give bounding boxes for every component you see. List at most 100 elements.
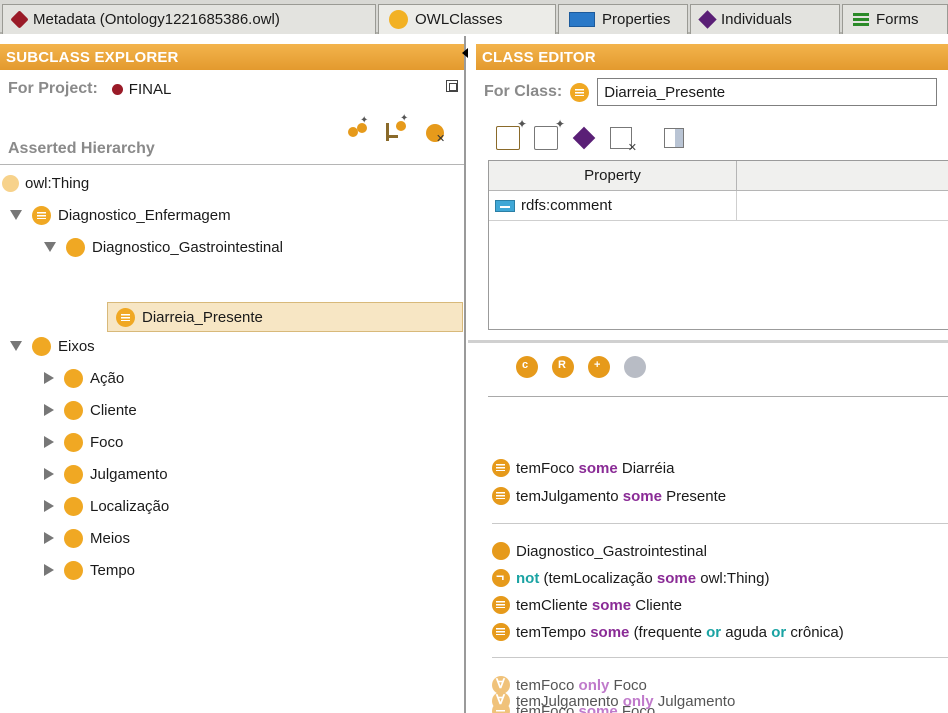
condition-row[interactable]: Diagnostico_Gastrointestinal	[492, 538, 707, 564]
condition-filler: Presente	[666, 487, 727, 505]
project-row: For Project: FINAL	[8, 80, 171, 98]
restriction-icon	[492, 623, 510, 641]
tab-owl-classes[interactable]: OWLClasses	[378, 4, 556, 34]
tree-item-label: Diagnostico_Gastrointestinal	[92, 238, 283, 256]
create-sibling-icon[interactable]: ✦	[386, 113, 408, 143]
class-editor-title: CLASS EDITOR	[482, 48, 596, 66]
tab-individuals[interactable]: Individuals	[690, 4, 840, 34]
tree-item-diagnostico-gastrointestinal[interactable]: Diagnostico_Gastrointestinal	[44, 232, 283, 262]
tab-metadata[interactable]: Metadata (Ontology1221685386.owl)	[2, 4, 376, 34]
expand-right-icon[interactable]	[44, 436, 54, 448]
tree-item-julgamento[interactable]: Julgamento	[44, 459, 168, 489]
forms-icon	[853, 12, 869, 27]
maximize-icon[interactable]	[446, 80, 458, 92]
add-restriction-icon[interactable]	[552, 356, 574, 378]
value-column-header[interactable]	[737, 161, 948, 190]
tree-item-diagnostico-enfermagem[interactable]: Diagnostico_Enfermagem	[10, 200, 231, 230]
forall-icon	[492, 692, 510, 710]
condition-property: temJulgamento	[516, 692, 619, 710]
condition-keyword: some	[622, 487, 662, 505]
class-icon	[64, 400, 83, 420]
condition-row[interactable]: not (temLocalização some owl:Thing)	[492, 565, 769, 591]
delete-annotation-icon[interactable]	[610, 127, 637, 154]
tree-item-foco[interactable]: Foco	[44, 427, 123, 457]
expand-down-icon[interactable]	[10, 341, 22, 351]
condition-property: (temLocalização	[543, 569, 653, 587]
tree-item-localizacao[interactable]: Localização	[44, 491, 169, 521]
expand-right-icon[interactable]	[44, 468, 54, 480]
restriction-icon	[492, 487, 510, 505]
tree-item-owl-thing[interactable]: owl:Thing	[2, 168, 89, 198]
delete-class-icon[interactable]: ✕	[424, 120, 448, 145]
annotations-table-header: Property	[489, 161, 948, 191]
tree-item-meios[interactable]: Meios	[44, 523, 130, 553]
tree-item-label: Eixos	[58, 337, 95, 355]
property-cell: rdfs:comment	[489, 191, 737, 220]
condition-row-inherited[interactable]: temJulgamento only Julgamento	[492, 688, 735, 713]
tree-item-eixos[interactable]: Eixos	[10, 331, 95, 361]
tab-forms[interactable]: Forms	[842, 4, 948, 34]
tree-item-diarreia-presente[interactable]: Diarreia_Presente	[116, 302, 263, 332]
class-icon	[64, 496, 83, 516]
condition-row[interactable]: temFoco some Diarréia	[492, 455, 674, 481]
property-column-header[interactable]: Property	[489, 161, 737, 190]
tree-item-label: Diarreia_Presente	[142, 308, 263, 326]
split-view-icon[interactable]	[664, 128, 684, 148]
condition-keyword: some	[591, 596, 632, 614]
defined-class-icon	[32, 205, 51, 225]
add-individual-icon[interactable]	[572, 126, 596, 150]
condition-filler: Cliente	[635, 596, 682, 614]
class-tree: owl:Thing Diagnostico_Enfermagem Diagnos…	[0, 164, 464, 713]
project-name: FINAL	[128, 80, 172, 98]
add-documentation-icon[interactable]	[534, 117, 565, 150]
defined-class-icon	[116, 307, 135, 327]
expand-right-icon[interactable]	[44, 404, 54, 416]
class-icon	[64, 528, 83, 548]
tree-item-acao[interactable]: Ação	[44, 363, 124, 393]
property-name: rdfs:comment	[521, 197, 612, 214]
tab-metadata-label: Metadata (Ontology1221685386.owl)	[33, 11, 280, 28]
condition-row[interactable]: temCliente some Cliente	[492, 592, 682, 618]
expand-right-icon[interactable]	[44, 372, 54, 384]
condition-filler: Diarréia	[621, 459, 675, 477]
expand-right-icon[interactable]	[44, 532, 54, 544]
tree-item-tempo[interactable]: Tempo	[44, 555, 135, 585]
condition-property: temCliente	[516, 596, 588, 614]
annotations-table: Property rdfs:comment	[488, 160, 948, 330]
subclass-explorer-panel: SUBCLASS EXPLORER For Project: FINAL Ass…	[0, 36, 466, 713]
expand-right-icon[interactable]	[44, 564, 54, 576]
hierarchy-toolbar: ✦ ✦ ✕	[348, 113, 448, 145]
condition-row[interactable]: temTempo some (frequente or aguda or crô…	[492, 619, 844, 645]
add-named-class-icon[interactable]	[516, 356, 538, 378]
condition-property: temTempo	[516, 623, 587, 641]
annotation-property-icon	[495, 199, 515, 212]
remove-condition-icon[interactable]	[624, 356, 646, 378]
expand-down-icon[interactable]	[10, 210, 22, 220]
class-name-field[interactable]	[597, 78, 938, 106]
asserted-hierarchy-label: Asserted Hierarchy	[8, 140, 155, 157]
expand-down-icon[interactable]	[44, 242, 56, 252]
class-editor-panel: CLASS EDITOR For Class: Property rdfs:co…	[468, 36, 948, 713]
split-divider[interactable]	[468, 340, 948, 343]
add-superclass-icon[interactable]	[588, 356, 610, 378]
tree-item-label: Foco	[90, 433, 124, 451]
condition-keyword: or	[706, 623, 722, 641]
restriction-icon	[492, 459, 510, 477]
value-cell[interactable]	[737, 191, 948, 220]
expand-right-icon[interactable]	[44, 500, 54, 512]
tab-properties[interactable]: Properties	[558, 4, 688, 34]
condition-filler: Julgamento	[657, 692, 736, 710]
tree-item-cliente[interactable]: Cliente	[44, 395, 137, 425]
add-annotation-icon[interactable]	[496, 117, 527, 150]
subclass-explorer-header: SUBCLASS EXPLORER	[0, 44, 464, 70]
condition-filler: crônica)	[790, 623, 844, 641]
asserted-hierarchy-row: Asserted Hierarchy	[8, 140, 155, 158]
condition-filler: owl:Thing)	[700, 569, 770, 587]
table-row[interactable]: rdfs:comment	[489, 191, 948, 221]
tab-bar: Metadata (Ontology1221685386.owl) OWLCla…	[0, 0, 948, 34]
class-icon	[492, 542, 510, 560]
condition-row[interactable]: temJulgamento some Presente	[492, 483, 726, 509]
create-subclass-icon[interactable]: ✦	[348, 115, 370, 143]
condition-filler: (frequente	[633, 623, 702, 641]
restriction-icon	[492, 596, 510, 614]
